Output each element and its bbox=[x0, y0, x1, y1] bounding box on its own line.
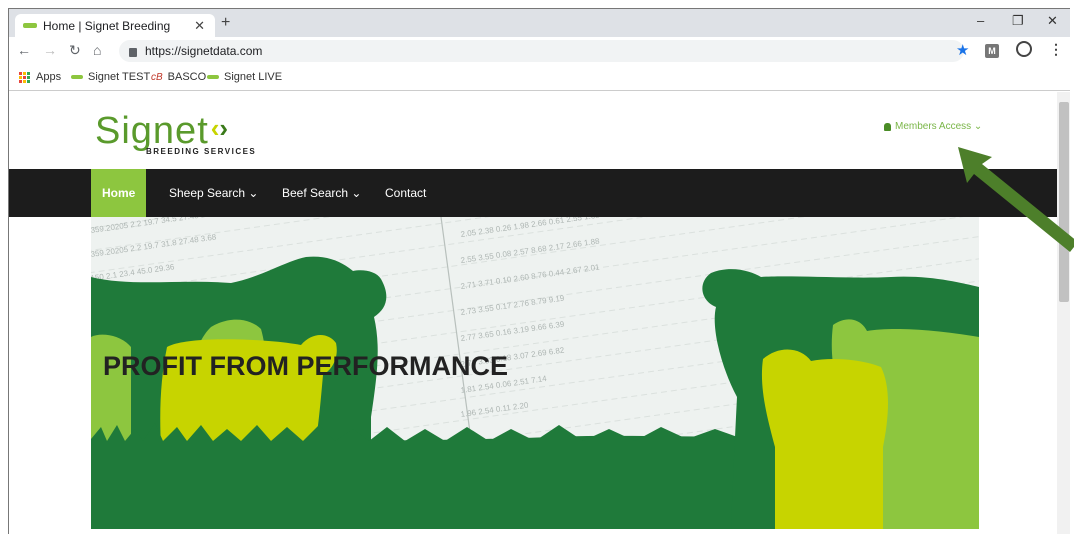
account-icon[interactable] bbox=[1016, 41, 1032, 57]
reload-icon[interactable]: ↻ bbox=[69, 42, 81, 59]
scrollbar-thumb[interactable] bbox=[1059, 102, 1069, 302]
new-tab-icon[interactable]: + bbox=[221, 14, 230, 32]
apps-grid-icon bbox=[19, 71, 30, 83]
logo-chevrons-icon: ‹› bbox=[210, 113, 229, 143]
bookmark-signet-test[interactable]: Signet TEST bbox=[71, 71, 150, 83]
basco-favicon-icon: cB bbox=[151, 71, 163, 83]
signet-logo[interactable]: Signet‹› BREEDING SERVICES bbox=[95, 110, 256, 156]
nav-home[interactable]: Home bbox=[91, 169, 147, 217]
nav-contact[interactable]: Contact bbox=[385, 169, 426, 217]
url-text: https://signetdata.com bbox=[145, 44, 263, 58]
bookmark-star-icon[interactable]: ★ bbox=[956, 41, 969, 59]
signet-favicon-icon bbox=[207, 75, 219, 79]
close-tab-icon[interactable]: ✕ bbox=[194, 18, 205, 34]
browser-window: Home | Signet Breeding ✕ + – ❐ ✕ ← → ↻ ⌂… bbox=[8, 8, 1070, 534]
home-icon[interactable]: ⌂ bbox=[93, 42, 101, 58]
browser-toolbar: ← → ↻ ⌂ https://signetdata.com ★ M ⋮ bbox=[9, 37, 1070, 65]
close-window-icon[interactable]: ✕ bbox=[1047, 13, 1058, 29]
bookmark-apps[interactable]: Apps bbox=[19, 71, 61, 83]
tab-title: Home | Signet Breeding bbox=[43, 18, 171, 33]
back-icon[interactable]: ← bbox=[17, 42, 31, 58]
bookmark-label: Apps bbox=[36, 71, 62, 83]
bookmarks-bar: Apps Signet TEST cB BASCO Signet LIVE bbox=[9, 65, 1070, 91]
logo-word: Signet bbox=[95, 110, 209, 152]
forward-icon[interactable]: → bbox=[43, 42, 57, 58]
signet-favicon-icon bbox=[71, 75, 83, 79]
web-page: Signet‹› BREEDING SERVICES Members Acces… bbox=[9, 92, 1057, 534]
minimize-icon[interactable]: – bbox=[977, 13, 984, 28]
bookmark-label: Signet LIVE bbox=[224, 71, 283, 83]
user-icon bbox=[884, 122, 891, 131]
members-access-label: Members Access ⌄ bbox=[895, 121, 983, 132]
main-nav: Home Sheep Search ⌄ Beef Search ⌄ Contac… bbox=[9, 169, 1057, 217]
members-access-link[interactable]: Members Access ⌄ bbox=[884, 121, 982, 132]
hero-headline: PROFIT FROM PERFORMANCE bbox=[103, 351, 508, 381]
extension-m-icon[interactable]: M bbox=[985, 44, 999, 58]
bookmark-label: Signet TEST bbox=[88, 71, 151, 83]
tab-strip: Home | Signet Breeding ✕ + – ❐ ✕ bbox=[9, 9, 1070, 37]
browser-tab[interactable]: Home | Signet Breeding ✕ bbox=[15, 14, 215, 37]
signet-favicon-icon bbox=[23, 23, 37, 28]
address-bar[interactable]: https://signetdata.com bbox=[119, 40, 964, 62]
menu-kebab-icon[interactable]: ⋮ bbox=[1049, 41, 1063, 58]
nav-sheep-search[interactable]: Sheep Search ⌄ bbox=[169, 169, 258, 217]
page-scrollbar[interactable] bbox=[1057, 92, 1070, 534]
nav-beef-search[interactable]: Beef Search ⌄ bbox=[282, 169, 361, 217]
logo-subtitle: BREEDING SERVICES bbox=[146, 147, 257, 156]
lock-icon bbox=[129, 47, 137, 57]
restore-icon[interactable]: ❐ bbox=[1012, 13, 1024, 29]
bookmark-label: BASCO bbox=[167, 71, 207, 83]
bookmark-signet-live[interactable]: Signet LIVE bbox=[207, 71, 282, 83]
hero-banner: 2.05 2.38 0.26 1.98 2.66 0.61 2.55 1.63 … bbox=[91, 217, 979, 529]
bookmark-basco[interactable]: cB BASCO bbox=[151, 71, 206, 83]
